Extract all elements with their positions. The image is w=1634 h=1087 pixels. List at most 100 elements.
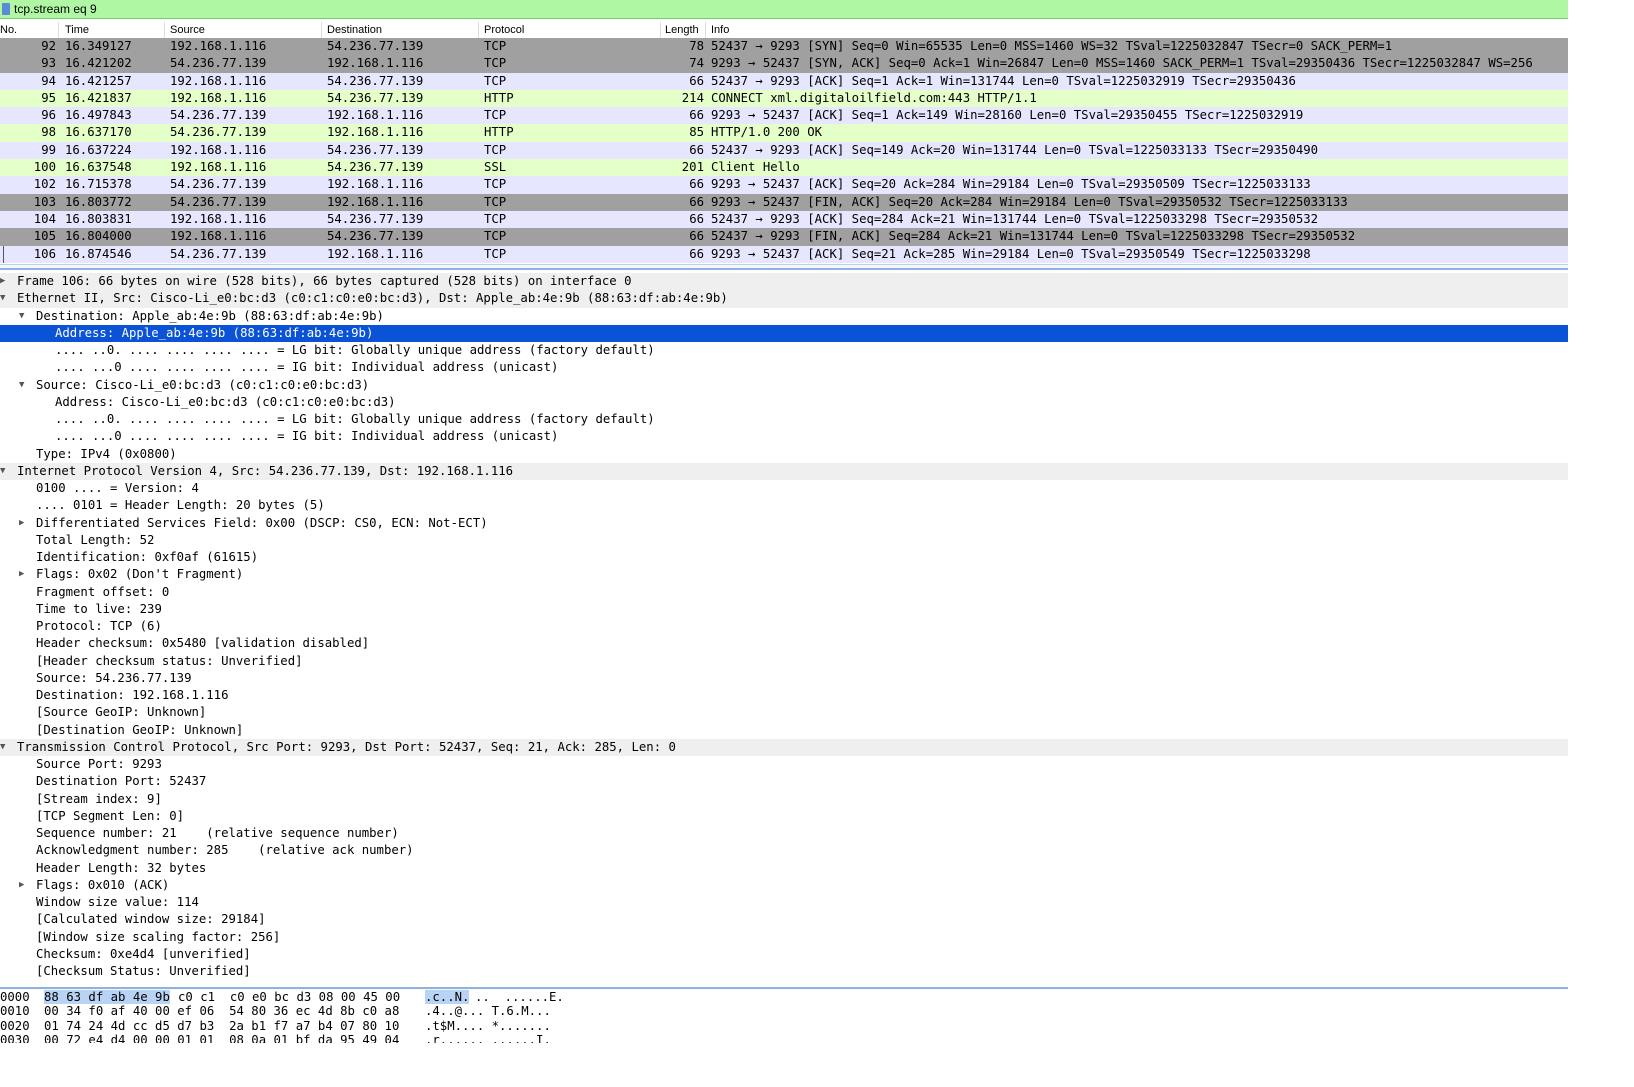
tree-field-row[interactable]: Source: 54.236.77.139 <box>0 670 1568 687</box>
hex-offset: 0020 <box>0 1018 30 1033</box>
packet-row[interactable]: 100 16.637548 192.168.1.116 54.236.77.139 SS… <box>0 159 1568 177</box>
packet-row[interactable]: 93 16.421202 54.236.77.139 192.168.1.116 TCP… <box>0 55 1568 73</box>
tree-field-row[interactable]: [Calculated window size: 29184] <box>0 911 1568 928</box>
column-header-info[interactable]: Info <box>711 24 729 36</box>
packet-info: 52437 → 9293 [ACK] Seq=1 Ack=1 Win=13174… <box>711 73 1296 88</box>
packet-row[interactable]: 103 16.803772 54.236.77.139 192.168.1.116 TC… <box>0 193 1568 211</box>
column-header-length[interactable]: Length <box>665 24 699 36</box>
tree-field-row[interactable]: Sequence number: 21 (relative sequence n… <box>0 825 1568 842</box>
packet-row[interactable]: 96 16.497843 54.236.77.139 192.168.1.116 TCP… <box>0 107 1568 125</box>
hex-offset: 0010 <box>0 1004 30 1019</box>
packet-row[interactable]: 98 16.637170 54.236.77.139 192.168.1.116 HTT… <box>0 124 1568 142</box>
collapsed-triangle-icon[interactable]: ▶ <box>19 515 24 532</box>
tree-field-row[interactable]: .... ...0 .... .... .... .... = IG bit: … <box>0 359 1568 376</box>
display-filter-input[interactable] <box>14 0 1514 19</box>
tree-row-text: .... 0101 = Header Length: 20 bytes (5) <box>36 498 325 513</box>
packet-length: 66 <box>689 177 704 192</box>
tree-field-row[interactable]: ▶ Flags: 0x02 (Don't Fragment) <box>0 566 1568 583</box>
tree-row-text: [Destination GeoIP: Unknown] <box>36 722 244 737</box>
tree-field-row[interactable]: Window size value: 114 <box>0 894 1568 911</box>
column-header-destination[interactable]: Destination <box>327 24 382 36</box>
packet-row[interactable]: 94 16.421257 192.168.1.116 54.236.77.139 TCP… <box>0 72 1568 90</box>
tree-field-row[interactable]: Destination Port: 52437 <box>0 773 1568 790</box>
packet-info: HTTP/1.0 200 OK <box>711 125 823 140</box>
tree-row-text: Address: Cisco-Li_e0:bc:d3 (c0:c1:c0:e0:… <box>55 394 396 409</box>
tree-field-row[interactable]: Address: Apple_ab:4e:9b (88:63:df:ab:4e:… <box>0 324 1568 342</box>
tree-field-row[interactable]: Time to live: 239 <box>0 601 1568 618</box>
packet-info: 9293 → 52437 [FIN, ACK] Seq=20 Ack=284 W… <box>711 194 1348 209</box>
tree-row-text: Acknowledgment number: 285 (relative ack… <box>36 843 414 858</box>
expanded-triangle-icon[interactable]: ▼ <box>0 290 5 307</box>
hex-row[interactable]: 0020 01 74 24 4d cc d5 d7 b3 2a b1 f7 a7 … <box>0 1019 1568 1033</box>
hex-row[interactable]: 0030 00 72 e4 d4 00 00 01 01 08 0a 01 bf … <box>0 1033 1568 1043</box>
tree-field-row[interactable]: [Window size scaling factor: 256] <box>0 929 1568 946</box>
tree-field-row[interactable]: Protocol: TCP (6) <box>0 618 1568 635</box>
tree-field-row[interactable]: [Checksum Status: Unverified] <box>0 963 1568 980</box>
packet-row[interactable]: 105 16.804000 192.168.1.116 54.236.77.139 TC… <box>0 228 1568 246</box>
packet-info: 9293 → 52437 [ACK] Seq=21 Ack=285 Win=29… <box>711 246 1311 261</box>
packet-info: 52437 → 9293 [SYN] Seq=0 Win=65535 Len=0… <box>711 39 1393 53</box>
column-header-protocol[interactable]: Protocol <box>484 24 524 36</box>
column-header-no[interactable]: No. <box>0 24 17 36</box>
column-header-time[interactable]: Time <box>65 24 89 36</box>
tree-field-row[interactable]: Address: Cisco-Li_e0:bc:d3 (c0:c1:c0:e0:… <box>0 394 1568 411</box>
expanded-triangle-icon[interactable]: ▼ <box>19 308 24 325</box>
tree-protocol-row[interactable]: ▶ Frame 106: 66 bytes on wire (528 bits),… <box>0 273 1568 291</box>
tree-field-row[interactable]: .... ..0. .... .... .... .... = LG bit: … <box>0 342 1568 359</box>
tree-field-row[interactable]: [Source GeoIP: Unknown] <box>0 704 1568 721</box>
tree-field-row[interactable]: Identification: 0xf0af (61615) <box>0 549 1568 566</box>
expanded-triangle-icon[interactable]: ▼ <box>0 463 5 480</box>
tree-field-row[interactable]: ▼ Destination: Apple_ab:4e:9b (88:63:df:a… <box>0 308 1568 325</box>
expanded-triangle-icon[interactable]: ▼ <box>0 739 5 756</box>
collapsed-triangle-icon[interactable]: ▶ <box>19 877 24 894</box>
tree-field-row[interactable]: Source Port: 9293 <box>0 756 1568 773</box>
tree-field-row[interactable]: .... 0101 = Header Length: 20 bytes (5) <box>0 497 1568 514</box>
hex-offset: 0030 <box>0 1032 30 1043</box>
expanded-triangle-icon[interactable]: ▼ <box>19 377 24 394</box>
hex-row[interactable]: 0000 88 63 df ab 4e 9b c0 c1 c0 e0 bc d3 0… <box>0 990 1568 1004</box>
tree-field-row[interactable]: .... ...0 .... .... .... .... = IG bit: … <box>0 428 1568 445</box>
packet-info: CONNECT xml.digitaloilfield.com:443 HTTP… <box>711 90 1037 105</box>
tree-field-row[interactable]: [Stream index: 9] <box>0 791 1568 808</box>
collapsed-triangle-icon[interactable]: ▶ <box>19 566 24 583</box>
hex-row[interactable]: 0010 00 34 f0 af 40 00 ef 06 54 80 36 ec … <box>0 1004 1568 1018</box>
tree-field-row[interactable]: [Destination GeoIP: Unknown] <box>0 722 1568 739</box>
tree-row-text: Destination: 192.168.1.116 <box>36 688 229 702</box>
tree-field-row[interactable]: Total Length: 52 <box>0 532 1568 549</box>
packet-row[interactable]: 102 16.715378 54.236.77.139 192.168.1.116 TC… <box>0 176 1568 194</box>
tree-field-row[interactable]: [TCP Segment Len: 0] <box>0 808 1568 825</box>
tree-field-row[interactable]: Header Length: 32 bytes <box>0 860 1568 877</box>
tree-row-text: Ethernet II, Src: Cisco-Li_e0:bc:d3 (c0:… <box>17 291 728 306</box>
bookmark-icon[interactable] <box>2 3 10 15</box>
tree-field-row[interactable]: Type: IPv4 (0x0800) <box>0 446 1568 463</box>
column-header-source[interactable]: Source <box>170 24 205 36</box>
tree-protocol-row[interactable]: ▼ Ethernet II, Src: Cisco-Li_e0:bc:d3 (c0… <box>0 290 1568 308</box>
tree-field-row[interactable]: ▶ Differentiated Services Field: 0x00 (DS… <box>0 515 1568 532</box>
packet-info: 9293 → 52437 [ACK] Seq=1 Ack=149 Win=281… <box>711 108 1304 123</box>
tree-protocol-row[interactable]: ▼ Internet Protocol Version 4, Src: 54.23… <box>0 462 1568 480</box>
packet-length: 214 <box>681 90 704 105</box>
tree-field-row[interactable]: 0100 .... = Version: 4 <box>0 480 1568 497</box>
tree-field-row[interactable]: Header checksum: 0x5480 [validation disa… <box>0 635 1568 652</box>
pane-splitter[interactable] <box>0 264 1568 270</box>
tree-field-row[interactable]: ▼ Source: Cisco-Li_e0:bc:d3 (c0:c1:c0:e0:… <box>0 377 1568 394</box>
hex-bytes: 01 74 24 4d cc d5 d7 b3 2a b1 f7 a7 b4 0… <box>44 1018 400 1033</box>
tree-field-row[interactable]: Fragment offset: 0 <box>0 584 1568 601</box>
packet-row[interactable]: 99 16.637224 192.168.1.116 54.236.77.139 TCP… <box>0 141 1568 160</box>
ascii-selected: .c..N. <box>425 990 470 1004</box>
packet-length: 66 <box>689 142 704 157</box>
tree-field-row[interactable]: ▶ Flags: 0x010 (ACK) <box>0 877 1568 894</box>
packet-row[interactable]: 106 16.874546 54.236.77.139 192.168.1.116 TC… <box>0 245 1568 263</box>
packet-length: 66 <box>689 246 704 261</box>
tree-field-row[interactable]: Checksum: 0xe4d4 [unverified] <box>0 946 1568 963</box>
packet-info: 9293 → 52437 [SYN, ACK] Seq=0 Ack=1 Win=… <box>711 56 1533 71</box>
collapsed-triangle-icon[interactable]: ▶ <box>0 273 5 290</box>
tree-protocol-row[interactable]: ▼ Transmission Control Protocol, Src Port… <box>0 738 1568 756</box>
packet-row[interactable]: 104 16.803831 192.168.1.116 54.236.77.139 TC… <box>0 210 1568 229</box>
tree-field-row[interactable]: [Header checksum status: Unverified] <box>0 653 1568 670</box>
tree-field-row[interactable]: Acknowledgment number: 285 (relative ack… <box>0 842 1568 859</box>
tree-field-row[interactable]: .... ..0. .... .... .... .... = LG bit: … <box>0 411 1568 428</box>
packet-row[interactable]: 92 16.349127 192.168.1.116 54.236.77.139 TCP… <box>0 38 1568 56</box>
tree-field-row[interactable]: Destination: 192.168.1.116 <box>0 687 1568 704</box>
packet-row[interactable]: 95 16.421837 192.168.1.116 54.236.77.139 HTT… <box>0 89 1568 108</box>
